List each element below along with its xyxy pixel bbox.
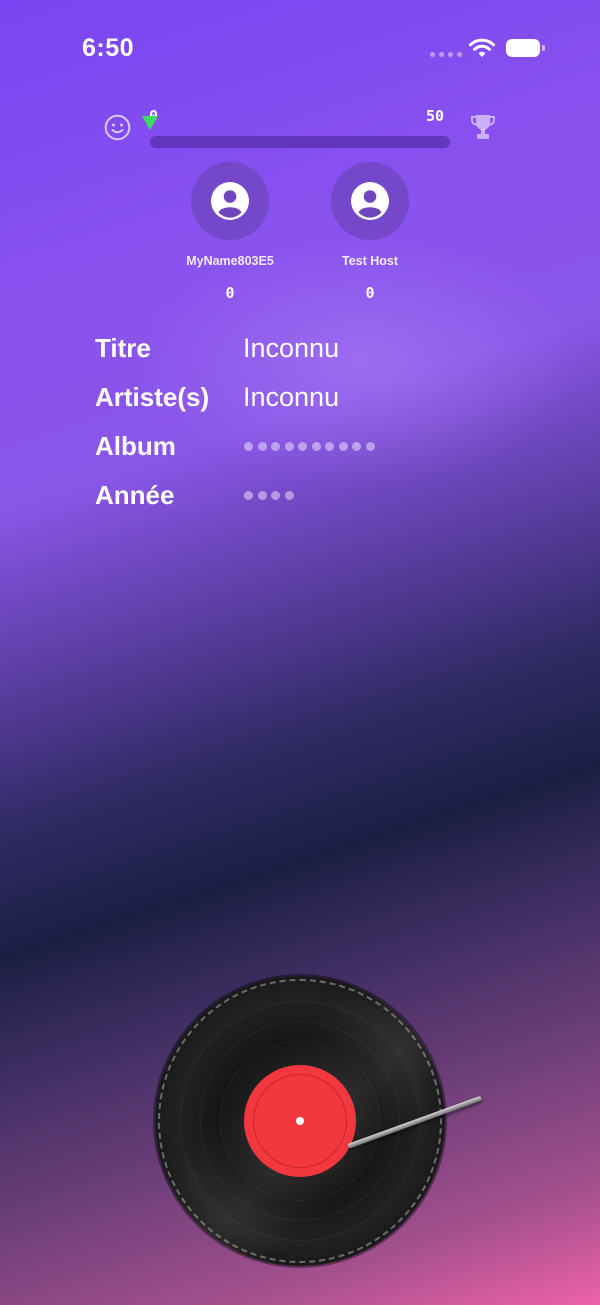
status-time: 6:50 bbox=[82, 34, 135, 62]
hidden-char-dot bbox=[325, 442, 334, 451]
hidden-char-dot bbox=[338, 442, 348, 451]
battery-icon bbox=[506, 39, 545, 57]
avatar bbox=[191, 162, 269, 240]
hidden-char-dot bbox=[271, 442, 280, 451]
hidden-char-dot bbox=[298, 442, 307, 451]
hidden-char-dot bbox=[365, 442, 375, 451]
player-score: 0 bbox=[225, 284, 235, 302]
year-hidden-value bbox=[244, 491, 294, 500]
hidden-char-dot bbox=[257, 491, 267, 500]
cellular-signal-icon bbox=[430, 52, 462, 57]
artist-value: Inconnu bbox=[243, 382, 340, 412]
record-label bbox=[244, 1065, 356, 1177]
trophy-icon bbox=[471, 115, 495, 139]
title-label: Titre bbox=[95, 333, 151, 363]
hidden-char-dot bbox=[257, 442, 267, 451]
hidden-char-dot bbox=[271, 491, 280, 500]
avatar bbox=[331, 162, 409, 240]
person-icon bbox=[211, 182, 249, 220]
hidden-char-dot bbox=[311, 442, 321, 451]
hidden-char-dot bbox=[244, 491, 253, 500]
player-card: MyName803E5 0 bbox=[160, 162, 300, 302]
progress-max-label: 50 bbox=[426, 107, 445, 125]
artist-label: Artiste(s) bbox=[95, 382, 210, 412]
hidden-char-dot bbox=[284, 491, 294, 500]
player-score: 0 bbox=[365, 284, 375, 302]
player-card: Test Host 0 bbox=[300, 162, 440, 302]
vinyl-record-icon bbox=[155, 976, 445, 1266]
player-name: MyName803E5 bbox=[186, 254, 274, 268]
hidden-char-dot bbox=[352, 442, 361, 451]
progress-marker-icon bbox=[142, 116, 158, 130]
record-spindle bbox=[296, 1117, 304, 1125]
score-progress-bar bbox=[150, 136, 450, 148]
album-hidden-value bbox=[244, 442, 375, 451]
year-label: Année bbox=[95, 480, 175, 510]
hidden-char-dot bbox=[284, 442, 294, 451]
player-name: Test Host bbox=[341, 254, 399, 268]
title-value: Inconnu bbox=[243, 333, 340, 363]
person-icon bbox=[351, 182, 389, 220]
smiley-icon bbox=[104, 114, 131, 141]
hidden-char-dot bbox=[244, 442, 253, 451]
album-label: Album bbox=[95, 431, 176, 461]
wifi-icon bbox=[469, 38, 495, 57]
